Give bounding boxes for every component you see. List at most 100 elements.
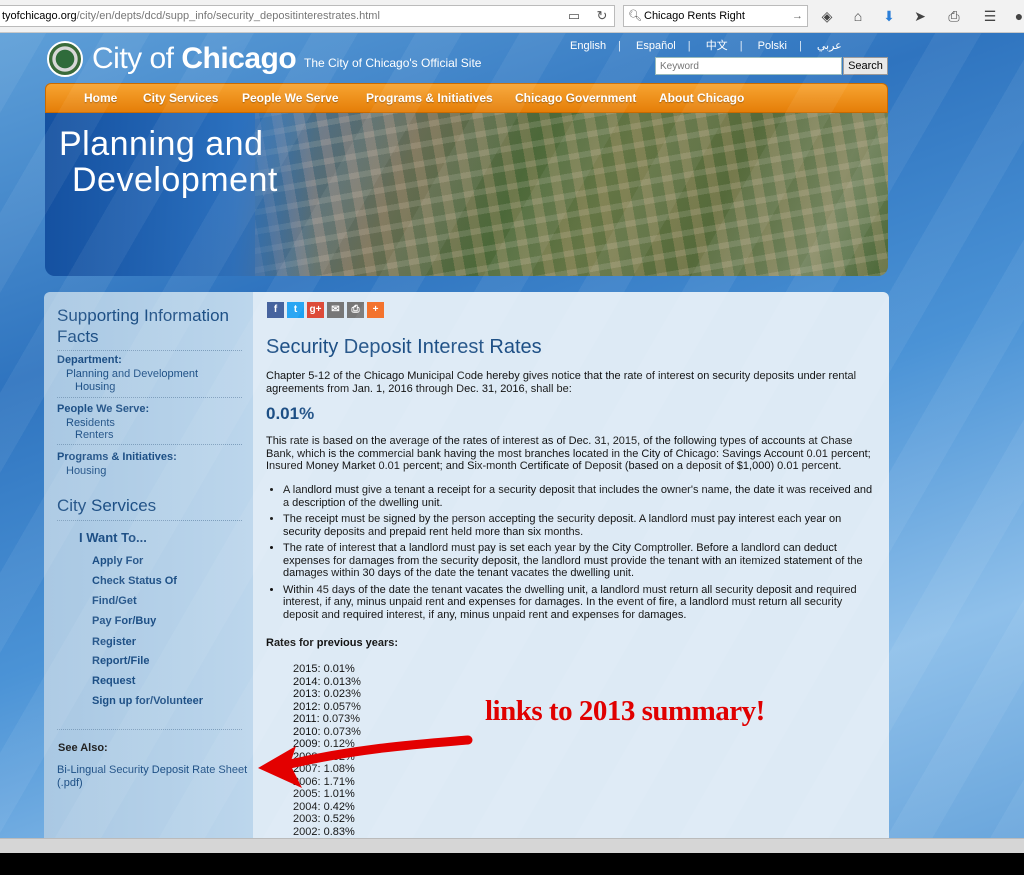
browser-search-value: Chicago Rents Right [644, 10, 745, 22]
see-also-label: See Also: [58, 742, 108, 754]
horizontal-scrollbar[interactable] [0, 838, 1024, 853]
print-icon[interactable]: ⎙ [945, 7, 963, 25]
menu-icon[interactable]: ☰ [981, 7, 999, 25]
current-rate: 0.01% [266, 404, 315, 423]
email-icon[interactable]: ✉ [327, 302, 344, 318]
site-tagline: The City of Chicago's Official Site [304, 56, 482, 70]
rate-row: 2015: 0.01% [293, 663, 355, 675]
action-sign-up-volunteer[interactable]: Sign up for/Volunteer [92, 695, 203, 707]
magnifier-icon: 🔍︎ [628, 10, 642, 22]
programs-link-housing[interactable]: Housing [66, 465, 106, 477]
action-find-get[interactable]: Find/Get [92, 595, 137, 607]
main-nav: Home City Services People We Serve Progr… [45, 83, 888, 113]
sidebar: Supporting Information Facts Department:… [44, 292, 253, 838]
search-go-icon[interactable]: → [792, 6, 803, 26]
annotation-arrow-icon [258, 735, 473, 788]
lang-polski[interactable]: Polski [758, 40, 787, 52]
sidebar-heading: Supporting Information Facts [57, 306, 229, 346]
action-pay-for-buy[interactable]: Pay For/Buy [92, 615, 156, 627]
nav-people-we-serve[interactable]: People We Serve [242, 91, 339, 105]
nav-about-chicago[interactable]: About Chicago [659, 91, 744, 105]
rate-row: 2012: 0.057% [293, 700, 361, 713]
list-item: The receipt must be signed by the person… [283, 513, 878, 538]
url-domain: tyofchicago.org [2, 10, 77, 22]
pocket-icon[interactable]: ◈ [818, 7, 836, 25]
reader-view-icon[interactable]: ▭ [566, 8, 582, 24]
list-item: A landlord must give a tenant a receipt … [283, 484, 878, 509]
people-label: People We Serve: [57, 403, 150, 415]
lang-separator: | [618, 40, 621, 52]
share-toolbar: f t g+ ✉ ⎙ + [267, 302, 387, 318]
language-links: English | Español | 中文 | Polski | عربي [570, 37, 890, 53]
lang-chinese[interactable]: 中文 [706, 40, 728, 52]
city-seal-icon[interactable] [47, 41, 83, 77]
reload-icon[interactable]: ↻ [594, 8, 610, 24]
action-request[interactable]: Request [92, 675, 135, 687]
search-button[interactable]: Search [843, 57, 888, 75]
facebook-icon[interactable]: f [267, 302, 284, 318]
google-plus-icon[interactable]: g+ [307, 302, 324, 318]
rate-row: 2002: 0.83% [293, 825, 355, 838]
url-path: /city/en/depts/dcd/supp_info/security_de… [76, 10, 380, 22]
divider [57, 444, 242, 445]
lang-arabic[interactable]: عربي [817, 40, 842, 52]
share-more-icon[interactable]: + [367, 302, 384, 318]
people-link-residents[interactable]: Residents [66, 417, 115, 429]
rate-row: 2013: 0.023% [293, 688, 361, 700]
list-item: The rate of interest that a landlord mus… [283, 542, 878, 580]
rate-row: 2014: 0.013% [293, 675, 361, 688]
lang-separator: | [739, 40, 743, 52]
logo-chicago-text: Chicago [181, 42, 297, 75]
banner-title-line1: Planning and [59, 125, 264, 163]
lang-separator: | [798, 40, 802, 52]
previous-rates-label: Rates for previous years: [266, 637, 399, 649]
twitter-icon[interactable]: t [287, 302, 304, 318]
annotation-text: links to 2013 summary! [485, 695, 765, 727]
logo-city-text: City of [92, 42, 182, 75]
taskbar-area [0, 853, 1024, 875]
aerial-city-photo [255, 113, 888, 276]
browser-search-box[interactable]: 🔍︎ Chicago Rents Right → [623, 5, 808, 27]
page-title: Security Deposit Interest Rates [266, 336, 542, 358]
nav-city-services[interactable]: City Services [143, 91, 218, 105]
i-want-to-heading: I Want To... [79, 530, 147, 545]
action-report-file[interactable]: Report/File [92, 655, 149, 667]
send-icon[interactable]: ➤ [911, 7, 929, 25]
banner-title-line2: Development [72, 161, 278, 199]
people-link-renters[interactable]: Renters [75, 429, 114, 441]
city-services-heading: City Services [57, 496, 157, 515]
download-icon[interactable]: ⬇ [880, 7, 898, 25]
intro-paragraph: Chapter 5-12 of the Chicago Municipal Co… [266, 370, 857, 395]
chat-icon[interactable]: ● [1010, 7, 1024, 25]
action-check-status-of[interactable]: Check Status Of [92, 575, 177, 587]
nav-home[interactable]: Home [84, 91, 117, 105]
rate-basis-paragraph: This rate is based on the average of the… [266, 435, 871, 472]
divider [57, 350, 242, 351]
lang-separator: | [687, 40, 691, 52]
site-logo[interactable]: City of Chicago [92, 42, 297, 76]
print-page-icon[interactable]: ⎙ [347, 302, 364, 318]
address-bar[interactable]: tyofchicago.org/city/en/depts/dcd/supp_i… [0, 5, 615, 27]
divider [57, 729, 242, 730]
divider [57, 520, 242, 521]
lang-english[interactable]: English [570, 40, 606, 52]
department-label: Department: [57, 354, 122, 366]
keyword-search-input[interactable] [655, 57, 842, 75]
rate-sheet-link[interactable]: Bi-Lingual Security Deposit Rate Sheet (… [57, 764, 252, 790]
home-icon[interactable]: ⌂ [849, 7, 867, 25]
action-register[interactable]: Register [92, 636, 136, 648]
department-link-planning[interactable]: Planning and Development [66, 368, 198, 380]
nav-programs-initiatives[interactable]: Programs & Initiatives [366, 91, 493, 105]
lang-espanol[interactable]: Español [636, 40, 676, 52]
list-item: Within 45 days of the date the tenant va… [283, 584, 878, 622]
rate-row: 2003: 0.52% [293, 813, 355, 825]
programs-label: Programs & Initiatives: [57, 451, 177, 463]
action-apply-for[interactable]: Apply For [92, 555, 143, 567]
rate-row: 2011: 0.073% [293, 713, 361, 725]
department-banner: Planning and Development [45, 113, 888, 276]
browser-toolbar: tyofchicago.org/city/en/depts/dcd/supp_i… [0, 0, 1024, 33]
rules-list: A landlord must give a tenant a receipt … [283, 484, 878, 625]
divider [57, 397, 242, 398]
department-link-housing[interactable]: Housing [75, 381, 115, 393]
nav-chicago-government[interactable]: Chicago Government [515, 91, 636, 105]
